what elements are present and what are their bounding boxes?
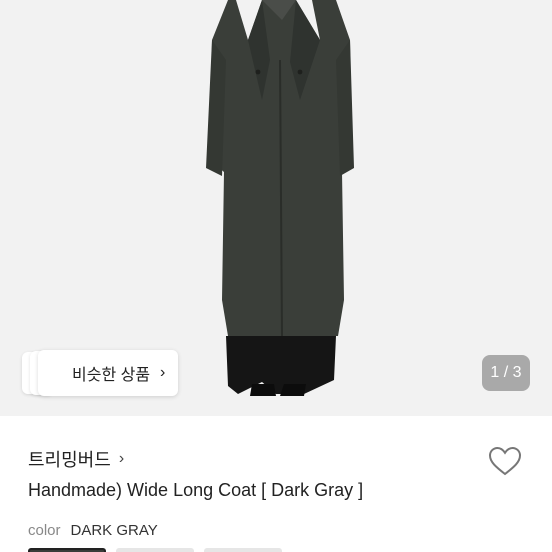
shop-link[interactable]: 트리밍버드 › (28, 446, 124, 472)
product-info: 트리밍버드 › Handmade) Wide Long Coat [ Dark … (0, 416, 552, 552)
similar-products-face[interactable]: 비슷한 상품 › (38, 350, 178, 396)
similar-products-label: 비슷한 상품 (72, 367, 151, 384)
chevron-right-icon: › (160, 364, 166, 381)
swatch-2[interactable] (116, 548, 194, 552)
swatch-3[interactable] (204, 548, 282, 552)
color-label: color (28, 522, 61, 539)
product-title: Handmade) Wide Long Coat [ Dark Gray ] (28, 480, 364, 500)
heart-outline-icon (488, 446, 522, 476)
wishlist-button[interactable] (486, 444, 524, 478)
chevron-right-icon: › (118, 450, 125, 467)
similar-products-button[interactable]: 비슷한 상품 › (22, 350, 178, 396)
color-value: DARK GRAY (70, 522, 158, 539)
color-swatches (28, 548, 288, 552)
product-image[interactable]: 비슷한 상품 › 1 / 3 (0, 0, 552, 416)
color-option: color DARK GRAY (28, 522, 158, 539)
image-page-indicator: 1 / 3 (482, 355, 530, 391)
page-indicator-text: 1 / 3 (490, 364, 522, 381)
swatch-dark-gray[interactable] (28, 548, 106, 552)
shop-name: 트리밍버드 (28, 450, 111, 470)
